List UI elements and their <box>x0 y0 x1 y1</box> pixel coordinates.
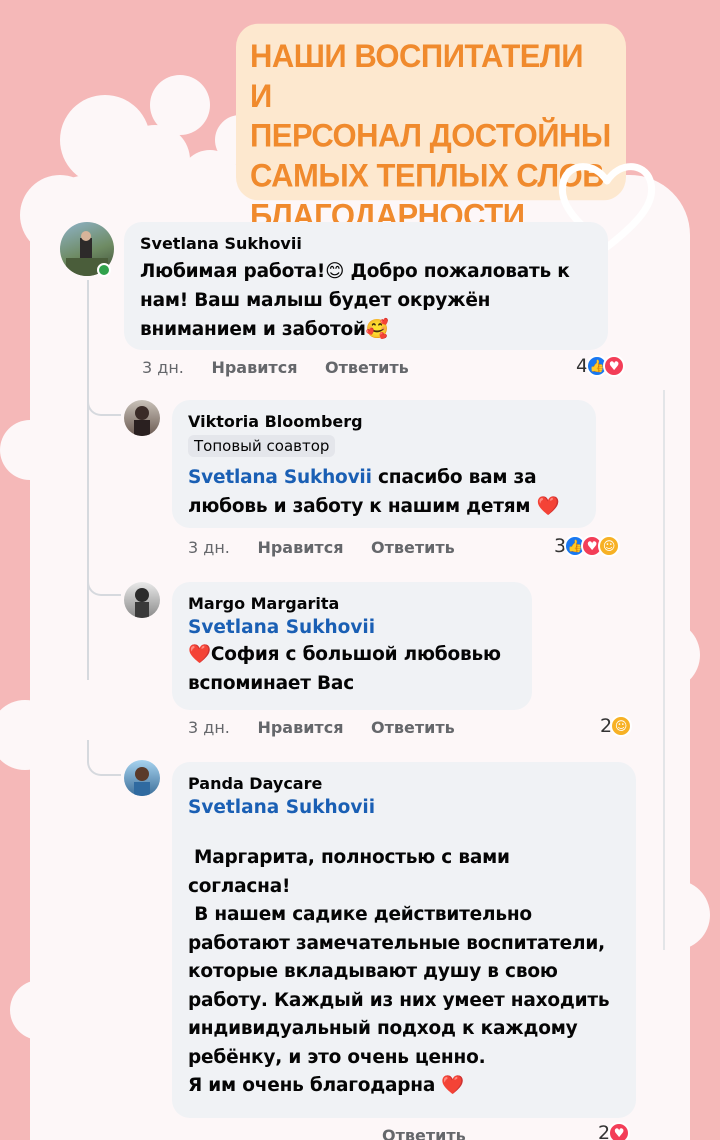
avatar[interactable] <box>124 760 160 796</box>
like-link[interactable]: Нравится <box>257 538 343 557</box>
comment-text-line: работают замечательные воспитатели, <box>188 932 605 954</box>
comment-text-line: Маргарита, полностью с вами <box>194 847 510 868</box>
reply-link[interactable]: Ответить <box>371 718 455 737</box>
reaction-summary[interactable]: 3 👍 ♥ ☺ <box>554 535 621 557</box>
comment-author[interactable]: Panda Daycare <box>188 774 620 793</box>
headline-line-1: НАШИ ВОСПИТАТЕЛИ И <box>250 37 583 115</box>
comment-text-line: которые вкладывают душу в свою <box>188 961 558 982</box>
comment-text-line: Я им очень благодарна ❤️ <box>188 1075 465 1096</box>
headline-line-2: ПЕРСОНАЛ ДОСТОЙНЫ <box>250 117 611 154</box>
thread-line <box>87 280 89 680</box>
avatar[interactable] <box>124 582 160 618</box>
like-link[interactable]: Нравится <box>211 358 297 377</box>
love-reaction-icon: ♥ <box>603 355 626 377</box>
comment-actions: 3 дн. Нравится Ответить <box>188 718 477 737</box>
comment-text: Svetlana Sukhovii спасибо вам за любовь … <box>188 463 580 521</box>
comment-actions: 3 дн. Нравится Ответить <box>142 358 431 377</box>
thread-connector <box>87 560 121 596</box>
mention-link[interactable]: Svetlana Sukhovii <box>188 467 372 488</box>
comment-bubble: Panda Daycare Svetlana Sukhovii Маргарит… <box>172 762 636 1118</box>
thread-connector <box>87 740 121 776</box>
mention-link[interactable]: Svetlana Sukhovii <box>188 617 516 638</box>
comment-bubble: Viktoria Bloomberg Топовый соавтор Svetl… <box>172 400 596 528</box>
comment-text-line: ребёнку, и это очень ценно. <box>188 1046 486 1068</box>
comment-text-line: работу. Каждый из них умеет находить <box>188 989 610 1011</box>
mention-link[interactable]: Svetlana Sukhovii <box>188 797 620 818</box>
comment-text-line: индивидуальный подход к каждому <box>188 1018 578 1039</box>
care-reaction-icon: ☺ <box>598 535 621 557</box>
comment-text: Маргарита, полностью с вами согласна! В … <box>188 844 620 1101</box>
reply-link[interactable]: Ответить <box>371 538 455 557</box>
thread-line <box>663 390 665 950</box>
reply-link[interactable]: Ответить <box>325 358 409 377</box>
comment-actions: Ответить <box>382 1126 488 1140</box>
comment-text-line: В нашем садике действительно <box>188 904 532 925</box>
reaction-summary[interactable]: 2 ☺ <box>600 715 633 737</box>
care-reaction-icon: ☺ <box>610 715 633 737</box>
comment-actions: 3 дн. Нравится Ответить <box>188 538 477 557</box>
reaction-summary[interactable]: 4 👍 ♥ <box>576 355 626 377</box>
reply-link[interactable]: Ответить <box>382 1126 466 1140</box>
avatar[interactable] <box>124 400 160 436</box>
like-link[interactable]: Нравится <box>257 718 343 737</box>
comment-text: ❤️София с большой любовью вспоминает Вас <box>188 644 501 694</box>
top-contributor-badge: Топовый соавтор <box>188 435 336 457</box>
reaction-summary[interactable]: 2 ♥ <box>598 1122 631 1140</box>
thread-connector <box>87 380 121 416</box>
love-reaction-icon: ♥ <box>608 1122 631 1140</box>
comment-author[interactable]: Margo Margarita <box>188 594 516 613</box>
comment-time[interactable]: 3 дн. <box>188 538 230 557</box>
comment-text: Любимая работа!😊 Добро пожаловать к нам!… <box>140 261 570 340</box>
comment-time[interactable]: 3 дн. <box>142 358 184 377</box>
comment-text-line: согласна! <box>188 875 291 897</box>
comment-bubble: Svetlana Sukhovii Любимая работа!😊 Добро… <box>124 222 608 350</box>
comment-bubble: Margo Margarita Svetlana Sukhovii ❤️Софи… <box>172 582 532 710</box>
online-status-indicator <box>97 263 111 277</box>
comment-time[interactable]: 3 дн. <box>188 718 230 737</box>
comment-author[interactable]: Viktoria Bloomberg <box>188 412 580 431</box>
comment-author[interactable]: Svetlana Sukhovii <box>140 234 592 253</box>
